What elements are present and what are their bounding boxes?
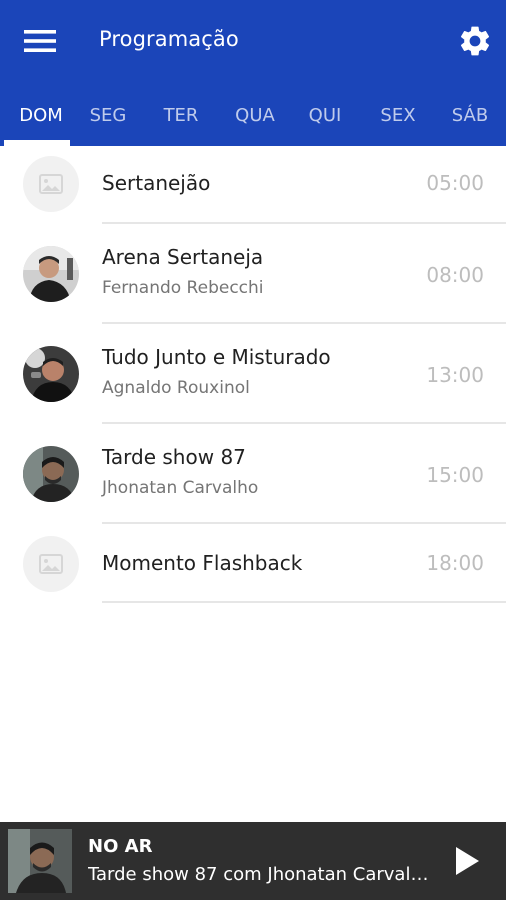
program-time: 08:00	[426, 263, 484, 287]
program-title: Sertanejão	[102, 171, 211, 195]
list-item[interactable]: Sertanejão 05:00	[0, 146, 506, 224]
image-placeholder-icon	[23, 156, 79, 212]
divider	[102, 601, 506, 603]
program-title: Tudo Junto e Misturado	[102, 345, 331, 369]
gear-icon	[460, 26, 490, 56]
settings-button[interactable]	[452, 18, 498, 64]
list-item[interactable]: Tudo Junto e Misturado Agnaldo Rouxinol …	[0, 324, 506, 424]
program-time: 05:00	[426, 171, 484, 195]
now-playing-thumbnail	[8, 829, 72, 893]
tab-qui[interactable]: QUI	[289, 84, 361, 146]
host-avatar	[23, 346, 79, 402]
tab-qua[interactable]: QUA	[219, 84, 291, 146]
program-time: 13:00	[426, 363, 484, 387]
tab-dom[interactable]: DOM	[5, 84, 77, 146]
program-host: Fernando Rebecchi	[102, 278, 264, 298]
program-time: 15:00	[426, 463, 484, 487]
tab-seg[interactable]: SEG	[72, 84, 144, 146]
page-title: Programação	[99, 27, 239, 51]
program-title: Arena Sertaneja	[102, 245, 264, 269]
menu-button[interactable]	[14, 20, 66, 62]
host-avatar	[23, 446, 79, 502]
program-title: Momento Flashback	[102, 551, 303, 575]
list-item[interactable]: Tarde show 87 Jhonatan Carvalho 15:00	[0, 424, 506, 524]
image-placeholder-icon	[23, 536, 79, 592]
toolbar: Programação	[0, 0, 506, 84]
play-icon	[456, 847, 479, 875]
tab-sab[interactable]: SÁB	[434, 84, 506, 146]
play-button[interactable]	[444, 838, 490, 884]
on-air-label: NO AR	[88, 836, 153, 857]
day-tabs: DOM SEG TER QUA QUI SEX SÁB	[0, 84, 506, 146]
list-item[interactable]: Arena Sertaneja Fernando Rebecchi 08:00	[0, 224, 506, 324]
host-avatar	[23, 246, 79, 302]
tab-sex[interactable]: SEX	[362, 84, 434, 146]
program-host: Jhonatan Carvalho	[102, 478, 259, 498]
program-time: 18:00	[426, 551, 484, 575]
now-playing-text: Tarde show 87 com Jhonatan Carvalho	[88, 864, 430, 885]
tab-ter[interactable]: TER	[145, 84, 217, 146]
now-playing-bar[interactable]: NO AR Tarde show 87 com Jhonatan Carvalh…	[0, 822, 506, 900]
app-bar: Programação DOM SEG TER QUA QUI SEX SÁB	[0, 0, 506, 146]
menu-icon	[24, 30, 56, 52]
program-title: Tarde show 87	[102, 445, 246, 469]
list-item[interactable]: Momento Flashback 18:00	[0, 524, 506, 604]
program-host: Agnaldo Rouxinol	[102, 378, 250, 398]
